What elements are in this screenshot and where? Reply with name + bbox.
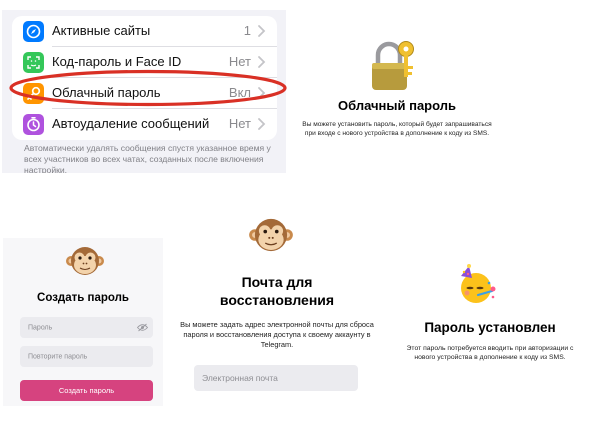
settings-row-value: 1 xyxy=(243,23,251,38)
chevron-right-icon xyxy=(255,24,267,38)
page-title: Облачный пароль xyxy=(338,98,456,113)
create-password-button[interactable]: Создать пароль xyxy=(20,380,153,401)
chevron-right-icon xyxy=(255,55,267,69)
settings-row-value: Нет xyxy=(228,116,251,131)
settings-row-label: Автоудаление сообщений xyxy=(52,116,210,131)
monkey-icon xyxy=(249,218,293,252)
email-input[interactable]: Электронная почта xyxy=(194,365,358,391)
settings-row-value: Вкл xyxy=(228,85,251,100)
faceid-icon xyxy=(23,52,44,73)
password-placeholder: Пароль xyxy=(28,324,53,331)
settings-list: Активные сайты 1 Код-пароль и Face ID Не… xyxy=(12,16,277,140)
recovery-email-panel: Почта для восстановления Вы можете задат… xyxy=(172,195,382,405)
settings-row-passcode-faceid[interactable]: Код-пароль и Face ID Нет xyxy=(12,47,277,78)
settings-row-label: Активные сайты xyxy=(52,23,151,38)
password-input[interactable]: Пароль xyxy=(20,317,153,338)
settings-row-cloud-password[interactable]: Облачный пароль Вкл xyxy=(12,78,277,109)
auto-delete-footnote: Автоматически удалять сообщения спустя у… xyxy=(24,143,271,173)
page-title: Почта для восстановления xyxy=(172,273,382,309)
settings-row-label: Код-пароль и Face ID xyxy=(52,54,182,69)
email-placeholder: Электронная почта xyxy=(202,373,278,383)
page-title-line1: Почта для xyxy=(241,274,313,290)
eye-icon[interactable] xyxy=(137,323,148,332)
page-title: Пароль установлен xyxy=(424,320,556,335)
key-icon xyxy=(23,83,44,104)
cloud-password-intro-panel: Облачный пароль Вы можете установить пар… xyxy=(296,10,498,170)
privacy-settings-panel: Активные сайты 1 Код-пароль и Face ID Не… xyxy=(2,10,286,173)
compass-icon xyxy=(23,21,44,42)
description: Вы можете установить пароль, который буд… xyxy=(302,121,492,137)
lock-key-icon xyxy=(372,41,414,90)
timer-icon xyxy=(23,114,44,135)
settings-row-value: Нет xyxy=(228,54,251,69)
settings-row-auto-delete[interactable]: Автоудаление сообщений Нет xyxy=(12,109,277,140)
chevron-right-icon xyxy=(255,86,267,100)
page-title: Создать пароль xyxy=(37,292,129,304)
repeat-password-input[interactable]: Повторите пароль xyxy=(20,346,153,367)
password-set-panel: Пароль установлен Этот пароль потребуетс… xyxy=(385,240,595,406)
settings-row-label: Облачный пароль xyxy=(52,85,161,100)
party-face-icon xyxy=(461,264,496,303)
chevron-right-icon xyxy=(255,117,267,131)
description: Вы можете задать адрес электронной почты… xyxy=(180,320,374,349)
repeat-password-placeholder: Повторите пароль xyxy=(28,353,88,360)
create-password-panel: Создать пароль Пароль Повторите пароль С… xyxy=(3,238,163,406)
monkey-icon xyxy=(66,247,104,275)
settings-row-active-sites[interactable]: Активные сайты 1 xyxy=(12,16,277,47)
description: Этот пароль потребуется вводить при авто… xyxy=(406,345,574,361)
page-title-line2: восстановления xyxy=(219,292,335,308)
